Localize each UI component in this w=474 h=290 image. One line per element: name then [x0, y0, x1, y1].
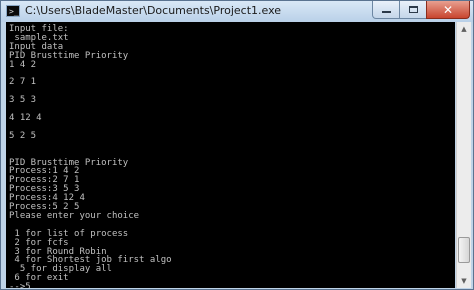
console-line: 5 2 5 [9, 130, 37, 141]
console-output[interactable]: Input file: sample.txt Input data PID Brus… [6, 22, 455, 288]
console-window: >_ C:\Users\BladeMaster\Documents\Projec… [0, 0, 474, 290]
scroll-up-arrow-icon[interactable]: ▲ [457, 22, 471, 36]
window-title: C:\Users\BladeMaster\Documents\Project1.… [25, 4, 282, 17]
minimize-icon [381, 11, 391, 13]
console-line: 1 4 2 [9, 59, 37, 70]
console-line: Please enter your choice [9, 210, 140, 221]
console-line: 2 7 1 [9, 77, 37, 88]
close-icon: ✕ [442, 2, 454, 17]
maximize-icon [408, 6, 418, 13]
console-line: 3 5 3 [9, 95, 37, 106]
close-button[interactable]: ✕ [426, 1, 470, 19]
scroll-thumb[interactable] [458, 237, 470, 264]
maximize-button[interactable] [399, 1, 427, 19]
console-line: -->5 [9, 282, 31, 288]
console-line: 4 12 4 [9, 113, 42, 123]
vertical-scrollbar[interactable]: ▲ ▼ [456, 22, 471, 288]
minimize-button[interactable] [372, 1, 400, 19]
console-app-icon[interactable]: >_ [6, 5, 20, 17]
scroll-down-arrow-icon[interactable]: ▼ [457, 274, 471, 288]
title-bar[interactable]: >_ C:\Users\BladeMaster\Documents\Projec… [1, 1, 473, 22]
prompt-glyph: >_ [9, 7, 19, 16]
